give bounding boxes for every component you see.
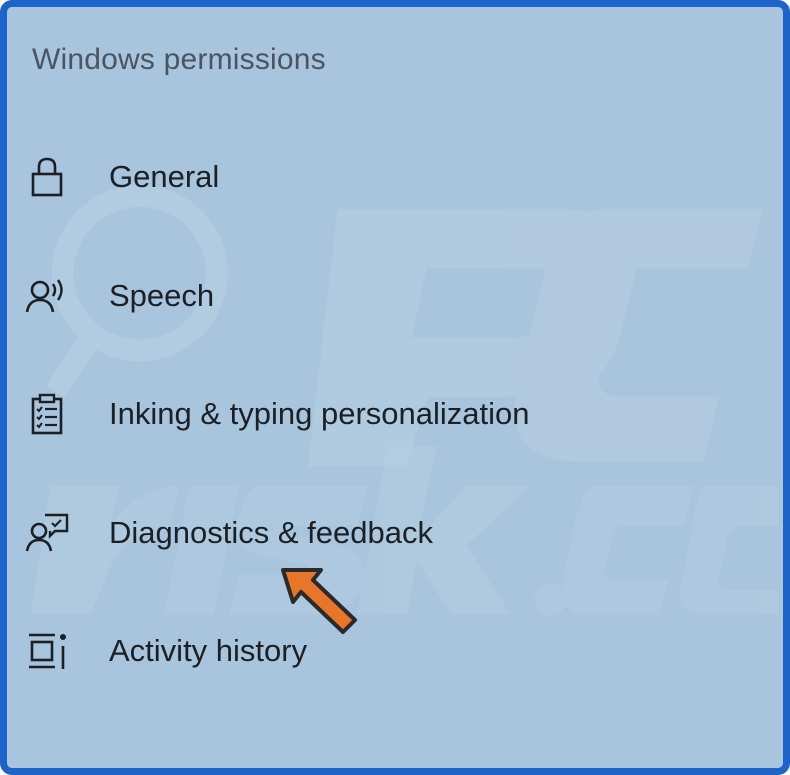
menu-item-inking-typing[interactable]: Inking & typing personalization: [25, 379, 745, 449]
settings-panel: Windows permissions General Speech Inkin…: [11, 11, 779, 764]
menu-item-speech[interactable]: Speech: [25, 261, 745, 331]
menu-item-label: Inking & typing personalization: [109, 396, 530, 431]
menu-item-label: Diagnostics & feedback: [109, 515, 433, 550]
menu-item-label: General: [109, 159, 220, 194]
clipboard-checklist-icon: [25, 392, 69, 436]
menu-item-general[interactable]: General: [25, 142, 745, 212]
person-feedback-icon: [25, 511, 69, 555]
screenshot-frame: Windows permissions General Speech Inkin…: [0, 0, 790, 775]
menu-item-activity-history[interactable]: Activity history: [25, 616, 745, 686]
annotation-arrow-icon: [281, 568, 357, 634]
menu-item-label: Speech: [109, 278, 215, 313]
lock-icon: [25, 155, 69, 199]
menu-item-diagnostics-feedback[interactable]: Diagnostics & feedback: [25, 498, 745, 568]
speech-person-icon: [25, 274, 69, 318]
activity-timeline-icon: [25, 629, 69, 673]
permissions-menu: General Speech Inking & typing personali…: [11, 11, 779, 764]
